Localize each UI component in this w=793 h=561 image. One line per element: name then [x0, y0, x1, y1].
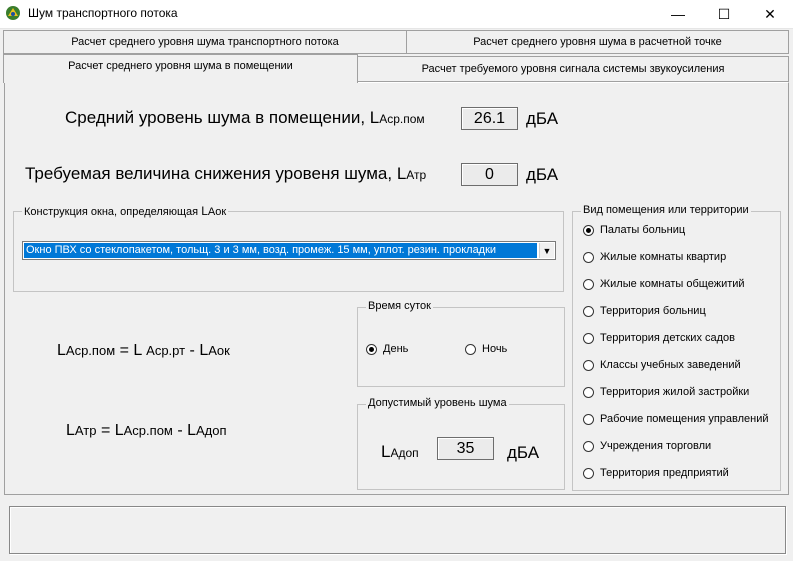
radio-room-type-0[interactable]: Палаты больниц: [583, 224, 685, 236]
minimize-button[interactable]: —: [655, 0, 701, 28]
radio-unchecked-icon: [583, 305, 594, 317]
radio-unchecked-icon: [583, 251, 594, 263]
title-bar: Шум транспортного потока — ☐ ✕: [0, 0, 793, 29]
radio-unchecked-icon: [583, 386, 594, 398]
radio-checked-icon: [583, 224, 594, 236]
reduction-label: Требуемая величина снижения уровеня шума…: [25, 164, 427, 183]
radio-room-type-3[interactable]: Территория больниц: [583, 305, 706, 317]
reduction-unit: дБА: [526, 165, 559, 184]
radio-room-type-label: Жилые комнаты квартир: [600, 251, 727, 263]
radio-checked-icon: [366, 343, 377, 355]
radio-unchecked-icon: [583, 332, 594, 344]
status-bar: [9, 506, 786, 554]
tab-sound-system-level[interactable]: Расчет требуемого уровня сигнала системы…: [357, 56, 789, 82]
radio-room-type-label: Территория больниц: [600, 305, 706, 317]
window-construction-legend: Конструкция окна, определяющая LАок: [22, 204, 229, 218]
time-of-day-legend: Время суток: [366, 300, 433, 312]
window-construction-select[interactable]: Окно ПВХ со стеклопакетом, тольщ. 3 и 3 …: [22, 241, 556, 260]
formula-reduction: LАтр = LАср.пом - LАдоп: [66, 422, 227, 439]
radio-room-type-label: Классы учебных заведений: [600, 359, 741, 371]
tab-calculation-point-noise[interactable]: Расчет среднего уровня шума в расчетной …: [406, 30, 789, 54]
tab-traffic-flow-noise[interactable]: Расчет среднего уровня шума транспортног…: [3, 30, 407, 54]
window-title: Шум транспортного потока: [28, 6, 178, 20]
room-noise-value: 26.1: [461, 107, 518, 130]
radio-unchecked-icon: [583, 467, 594, 479]
formula-room-noise: LАср.пом = L Аср.рт - LАок: [57, 342, 230, 359]
chevron-down-icon[interactable]: ▼: [539, 243, 554, 258]
radio-room-type-9[interactable]: Территория предприятий: [583, 467, 729, 479]
radio-room-type-8[interactable]: Учреждения торговли: [583, 440, 711, 452]
radio-unchecked-icon: [583, 440, 594, 452]
radio-room-type-4[interactable]: Территория детских садов: [583, 332, 735, 344]
radio-room-type-5[interactable]: Классы учебных заведений: [583, 359, 741, 371]
close-icon: ✕: [764, 5, 776, 22]
maximize-button[interactable]: ☐: [701, 0, 747, 28]
room-type-legend: Вид помещения или территории: [581, 204, 751, 216]
minimize-icon: —: [671, 6, 685, 22]
allowed-noise-legend: Допустимый уровень шума: [366, 397, 509, 409]
radio-room-type-label: Территория предприятий: [600, 467, 729, 479]
room-noise-label: Средний уровень шума в помещении, LАсp.п…: [65, 108, 425, 127]
radio-room-type-label: Учреждения торговли: [600, 440, 712, 452]
radio-room-type-label: Рабочие помещения управлений: [600, 413, 769, 425]
radio-unchecked-icon: [465, 343, 476, 355]
radio-room-type-6[interactable]: Территория жилой застройки: [583, 386, 749, 398]
room-noise-unit: дБА: [526, 109, 559, 128]
radio-room-type-label: Палаты больниц: [600, 224, 686, 236]
radio-unchecked-icon: [583, 359, 594, 371]
allowed-noise-unit: дБА: [507, 443, 540, 462]
maximize-icon: ☐: [717, 5, 731, 22]
radio-unchecked-icon: [583, 413, 594, 425]
radio-room-type-2[interactable]: Жилые комнаты общежитий: [583, 278, 745, 290]
radio-room-type-label: Территория жилой застройки: [600, 386, 750, 398]
allowed-noise-symbol: LАдоп: [381, 442, 419, 461]
radio-day[interactable]: День: [366, 343, 408, 355]
app-logo-icon: [6, 6, 20, 20]
radio-room-type-label: Жилые комнаты общежитий: [600, 278, 745, 290]
tab-room-noise[interactable]: Расчет среднего уровня шума в помещении: [3, 54, 358, 83]
radio-unchecked-icon: [583, 278, 594, 290]
radio-room-type-label: Территория детских садов: [600, 332, 736, 344]
close-button[interactable]: ✕: [747, 0, 793, 28]
window-construction-selected: Окно ПВХ со стеклопакетом, тольщ. 3 и 3 …: [24, 243, 537, 258]
reduction-value: 0: [461, 163, 518, 186]
radio-night[interactable]: Ночь: [465, 343, 507, 355]
radio-room-type-7[interactable]: Рабочие помещения управлений: [583, 413, 769, 425]
allowed-noise-value: 35: [437, 437, 494, 460]
radio-room-type-1[interactable]: Жилые комнаты квартир: [583, 251, 726, 263]
